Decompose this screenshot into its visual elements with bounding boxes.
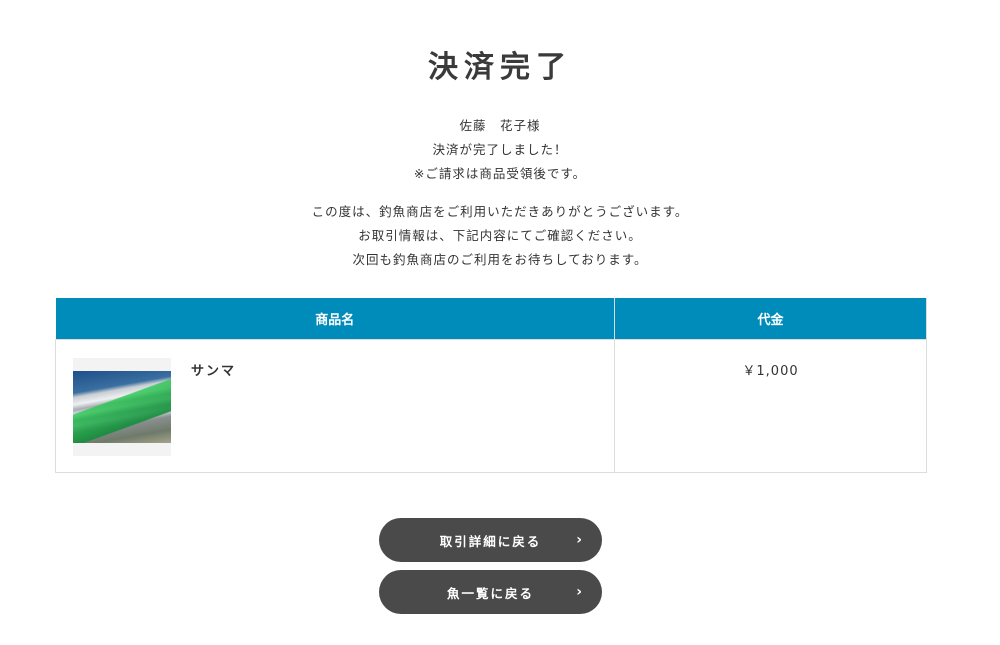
header-price: 代金	[614, 298, 927, 339]
chevron-right-icon: ›	[576, 532, 584, 548]
table-row: サンマ ￥1,000	[55, 338, 927, 473]
page-title: 決済完了	[428, 50, 572, 85]
next-time-text: 次回も釣魚商店のご利用をお待ちしております。	[352, 252, 648, 267]
product-price: ￥1,000	[614, 338, 927, 473]
completed-text: 決済が完了しました！	[432, 142, 568, 157]
saury-photo	[73, 370, 171, 443]
thanks-message: この度は、釣魚商店をご利用いただきありがとうございます。 お取引情報は、下記内容…	[0, 200, 1000, 272]
button-label: 取引詳細に戻る	[439, 533, 542, 549]
chevron-right-icon: ›	[576, 584, 584, 600]
product-thumbnail	[73, 357, 171, 456]
product-cell: サンマ	[55, 338, 615, 473]
thanks-text: この度は、釣魚商店をご利用いただきありがとうございます。	[311, 204, 689, 219]
button-label: 魚一覧に戻る	[446, 585, 534, 601]
header-product-name: 商品名	[55, 298, 615, 339]
billing-note: ※ご請求は商品受領後です。	[413, 166, 587, 181]
back-to-fish-list-button[interactable]: 魚一覧に戻る ›	[379, 570, 602, 614]
order-table: 商品名 代金 サンマ ￥1,000	[55, 298, 927, 473]
product-name: サンマ	[191, 363, 237, 379]
completion-message: 佐藤 花子様 決済が完了しました！ ※ご請求は商品受領後です。	[0, 114, 1000, 186]
customer-name: 佐藤 花子様	[459, 118, 541, 133]
confirm-text: お取引情報は、下記内容にてご確認ください。	[358, 228, 642, 243]
back-to-transaction-detail-button[interactable]: 取引詳細に戻る ›	[379, 518, 602, 562]
